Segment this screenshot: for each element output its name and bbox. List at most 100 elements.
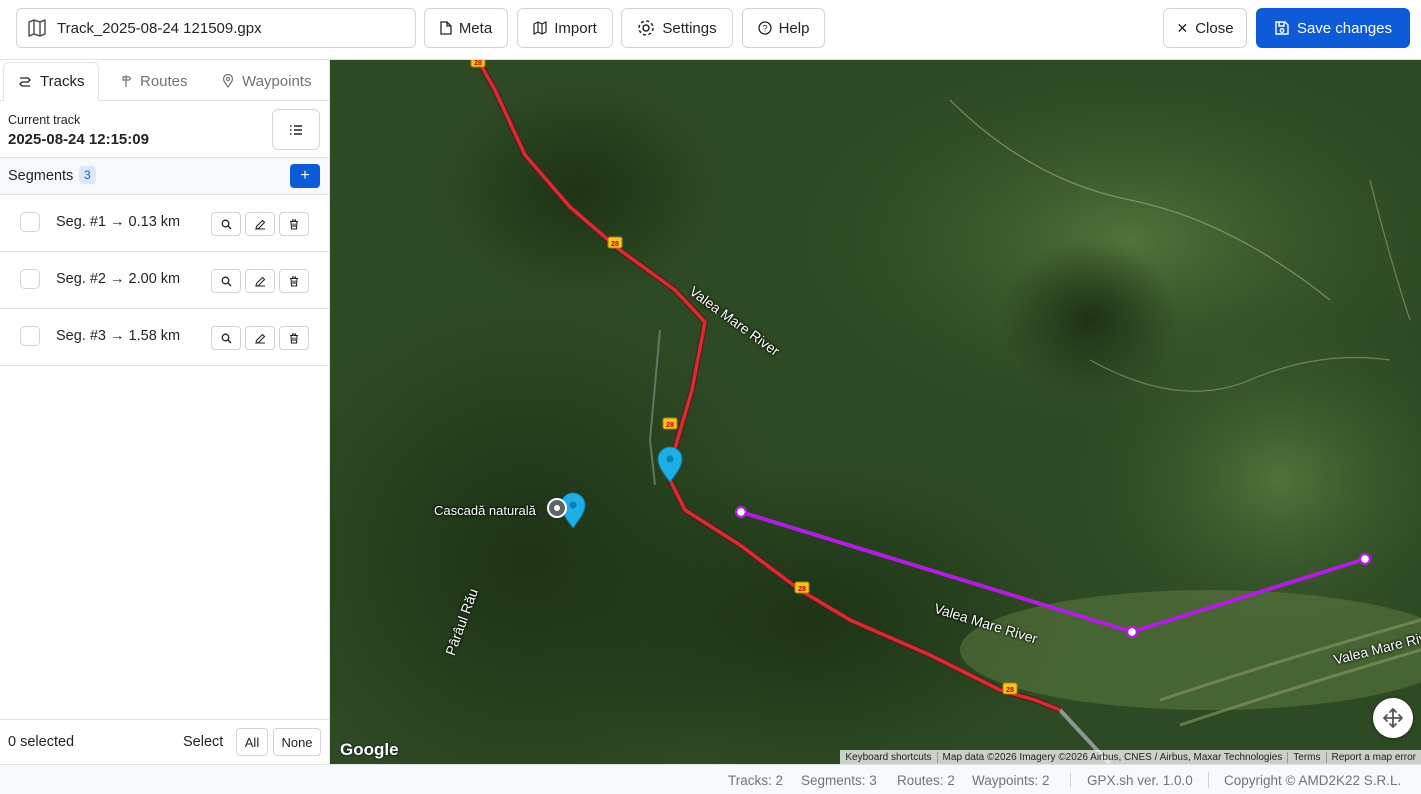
select-none-button[interactable]: None: [273, 728, 321, 756]
selection-footer: 0 selected Select All None: [0, 719, 330, 764]
zoom-segment-button[interactable]: [211, 326, 241, 350]
current-track-value: 2025-08-24 12:15:09: [8, 131, 149, 148]
segment-label: Seg. #2 → 2.00 km: [56, 271, 181, 287]
delete-segment-button[interactable]: [279, 212, 309, 236]
status-segments: Segments: 3: [801, 773, 877, 788]
search-icon: [221, 333, 231, 343]
track-list-button[interactable]: [272, 109, 320, 150]
list-icon: [290, 124, 302, 135]
keyboard-shortcuts-link[interactable]: Keyboard shortcuts: [840, 752, 936, 763]
svg-text:28: 28: [474, 60, 482, 67]
selected-count: 0 selected: [8, 734, 75, 750]
map-pan-control[interactable]: [1373, 698, 1413, 738]
search-icon: [221, 219, 231, 229]
zoom-segment-button[interactable]: [211, 269, 241, 293]
google-logo: Google: [340, 740, 399, 759]
svg-text:?: ?: [762, 24, 767, 34]
segments-header: Segments 3 +: [0, 158, 329, 195]
satellite-imagery: 28 28 28 28 28: [330, 60, 1421, 764]
pin-icon: [222, 74, 234, 88]
settings-button-label: Settings: [662, 19, 717, 37]
trash-icon: [290, 275, 298, 287]
map-data-text: Map data ©2026 Imagery ©2026 Airbus, CNE…: [936, 751, 1288, 763]
segment-checkbox[interactable]: [20, 326, 40, 346]
status-bar: Tracks: 2 Segments: 3 Routes: 2 Waypoint…: [0, 764, 1421, 794]
segment-checkbox[interactable]: [20, 269, 40, 289]
gear-icon: [638, 20, 655, 36]
segment-row[interactable]: Seg. #1 → 0.13 km: [0, 195, 329, 252]
status-tracks: Tracks: 2: [728, 773, 784, 788]
select-label: Select: [183, 734, 224, 750]
edit-icon: [254, 276, 265, 287]
map-attribution: Keyboard shortcuts Map data ©2026 Imager…: [840, 750, 1421, 764]
delete-segment-button[interactable]: [279, 269, 309, 293]
help-button[interactable]: ? Help: [742, 8, 825, 48]
poi-marker[interactable]: [547, 498, 567, 518]
tab-label: Tracks: [40, 73, 85, 90]
segment-checkbox[interactable]: [20, 212, 40, 232]
tab-label: Waypoints: [242, 72, 312, 90]
signpost-icon: [122, 75, 132, 87]
status-copyright: Copyright © AMD2K22 S.R.L.: [1224, 773, 1402, 788]
tab-waypoints[interactable]: Waypoints: [222, 62, 311, 100]
map-view[interactable]: 28 28 28 28 28 Valea Mare River Valea Ma…: [330, 60, 1421, 764]
report-error-link[interactable]: Report a map error: [1325, 751, 1421, 763]
help-button-label: Help: [778, 19, 810, 37]
edit-icon: [254, 333, 265, 344]
status-routes: Routes: 2: [897, 773, 955, 788]
import-button[interactable]: Import: [517, 8, 613, 48]
segment-label: Seg. #3 → 1.58 km: [56, 328, 181, 344]
add-segment-button[interactable]: +: [290, 164, 320, 188]
map-icon: [27, 18, 47, 38]
save-icon: [1275, 21, 1289, 35]
svg-text:28: 28: [611, 241, 619, 248]
trash-icon: [290, 218, 298, 230]
close-button-label: Close: [1195, 19, 1234, 37]
tracks-icon: [19, 76, 31, 87]
terms-link[interactable]: Terms: [1287, 751, 1325, 763]
tab-tracks[interactable]: Tracks: [3, 62, 100, 101]
svg-text:28: 28: [798, 586, 806, 593]
edit-icon: [254, 219, 265, 230]
close-icon: ✕: [1176, 19, 1189, 36]
settings-button[interactable]: Settings: [621, 8, 733, 48]
svg-text:28: 28: [666, 422, 674, 429]
file-name-field[interactable]: Track_2025-08-24 121509.gpx: [16, 8, 416, 48]
status-version: GPX.sh ver. 1.0.0: [1087, 773, 1193, 788]
segment-row[interactable]: Seg. #2 → 2.00 km: [0, 252, 329, 309]
map-icon: [533, 21, 547, 35]
tab-label: Routes: [140, 72, 188, 90]
edit-segment-button[interactable]: [245, 326, 275, 350]
zoom-segment-button[interactable]: [211, 212, 241, 236]
file-name: Track_2025-08-24 121509.gpx: [57, 19, 262, 37]
sidebar: Tracks Routes Waypoints Current track 20…: [0, 60, 330, 764]
import-button-label: Import: [554, 19, 597, 37]
status-waypoints: Waypoints: 2: [972, 773, 1050, 788]
meta-button-label: Meta: [458, 19, 493, 37]
segments-label: Segments: [8, 168, 74, 184]
current-track-label: Current track: [8, 113, 81, 127]
waterfall-label: Cascadă naturală: [434, 503, 536, 518]
divider: [1208, 772, 1209, 788]
delete-segment-button[interactable]: [279, 326, 309, 350]
tab-routes[interactable]: Routes: [120, 62, 188, 100]
divider: [1070, 772, 1071, 788]
edit-segment-button[interactable]: [245, 269, 275, 293]
segments-count-badge: 3: [79, 166, 96, 184]
segment-list: Seg. #1 → 0.13 km Seg. #2 → 2.00 km Seg. #…: [0, 195, 329, 366]
tab-bar: Tracks Routes Waypoints: [0, 60, 329, 101]
toolbar: Track_2025-08-24 121509.gpx Meta Import …: [0, 0, 1421, 60]
select-all-button[interactable]: All: [236, 728, 268, 756]
save-button[interactable]: Save changes: [1256, 8, 1410, 48]
close-button[interactable]: ✕ Close: [1163, 8, 1247, 48]
meta-button[interactable]: Meta: [424, 8, 508, 48]
current-track: Current track 2025-08-24 12:15:09: [0, 101, 329, 158]
segment-row[interactable]: Seg. #3 → 1.58 km: [0, 309, 329, 366]
svg-text:28: 28: [1006, 687, 1014, 694]
edit-segment-button[interactable]: [245, 212, 275, 236]
trash-icon: [290, 332, 298, 344]
help-icon: ?: [757, 21, 772, 35]
search-icon: [221, 276, 231, 286]
segment-label: Seg. #1 → 0.13 km: [56, 214, 181, 230]
save-button-label: Save changes: [1296, 19, 1393, 37]
